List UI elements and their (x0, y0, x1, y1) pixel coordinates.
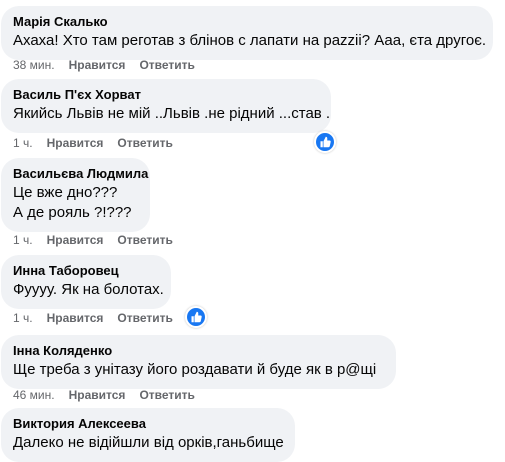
comment-meta: 1 ч. Нравится Ответить (13, 232, 187, 248)
comment-author[interactable]: Васильєва Людмила (13, 166, 148, 182)
comment-bubble: Виктория Алексеева Далеко не відійшли ві… (1, 408, 295, 462)
like-button[interactable]: Нравится (47, 310, 104, 326)
comment-author[interactable]: Виктория Алексеева (13, 416, 283, 432)
comment-time[interactable]: 38 мин. (13, 57, 55, 73)
comment-item: Інна Коляденко Ще треба з унітазу його р… (1, 335, 396, 389)
comment-item: Васильєва Людмила Це вже дно??? А де роя… (1, 158, 150, 232)
like-button[interactable]: Нравится (47, 232, 104, 248)
comment-author[interactable]: Инна Таборовец (13, 263, 159, 279)
comment-text: Ахаха! Хто там реготав з блінов с лапати… (13, 32, 487, 49)
comment-meta: 38 мин. Нравится Ответить (13, 57, 209, 73)
comment-text: Фуууу. Як на болотах. (13, 281, 164, 298)
comment-meta: 46 мин. Нравится Ответить (13, 387, 209, 403)
reply-button[interactable]: Ответить (117, 135, 172, 151)
comment-item: Василь П'єх Хорват Якийсь Львів не мій .… (1, 79, 331, 133)
comment-text: Далеко не відійшли від орків,ганьбище (13, 434, 284, 451)
comment-text: Ще треба з унітазу його роздавати й буде… (13, 361, 377, 378)
comment-author[interactable]: Василь П'єх Хорват (13, 87, 319, 103)
comment-meta: 1 ч. Нравится Ответить (13, 310, 187, 326)
comment-text: Якийсь Львів не мій ..Львів .не рідний .… (13, 105, 331, 122)
comment-bubble: Васильєва Людмила Це вже дно??? А де роя… (1, 158, 150, 232)
comment-author[interactable]: Марія Скалько (13, 14, 481, 30)
comment-time[interactable]: 1 ч. (13, 232, 33, 248)
comment-time[interactable]: 46 мин. (13, 387, 55, 403)
reply-button[interactable]: Ответить (117, 232, 172, 248)
comment-text: А де рояль ?!??? (13, 204, 132, 221)
comment-time[interactable]: 1 ч. (13, 135, 33, 151)
comment-bubble: Инна Таборовец Фуууу. Як на болотах. (1, 255, 171, 309)
comment-author[interactable]: Інна Коляденко (13, 343, 384, 359)
reply-button[interactable]: Ответить (139, 57, 194, 73)
like-button[interactable]: Нравится (47, 135, 104, 151)
like-reaction-icon[interactable] (314, 131, 336, 153)
comment-item: Марія Скалько Ахаха! Хто там реготав з б… (1, 6, 493, 60)
comment-text: Це вже дно??? (13, 184, 118, 201)
comment-item: Инна Таборовец Фуууу. Як на болотах. (1, 255, 171, 309)
comment-bubble: Інна Коляденко Ще треба з унітазу його р… (1, 335, 396, 389)
comment-time[interactable]: 1 ч. (13, 310, 33, 326)
reply-button[interactable]: Ответить (139, 387, 194, 403)
comment-bubble: Василь П'єх Хорват Якийсь Львів не мій .… (1, 79, 331, 133)
reply-button[interactable]: Ответить (117, 310, 172, 326)
like-button[interactable]: Нравится (69, 57, 126, 73)
comment-item: Виктория Алексеева Далеко не відійшли ві… (1, 408, 295, 462)
like-button[interactable]: Нравится (69, 387, 126, 403)
comment-bubble: Марія Скалько Ахаха! Хто там реготав з б… (1, 6, 493, 60)
comment-meta: 1 ч. Нравится Ответить (13, 135, 187, 151)
like-reaction-icon[interactable] (185, 306, 207, 328)
